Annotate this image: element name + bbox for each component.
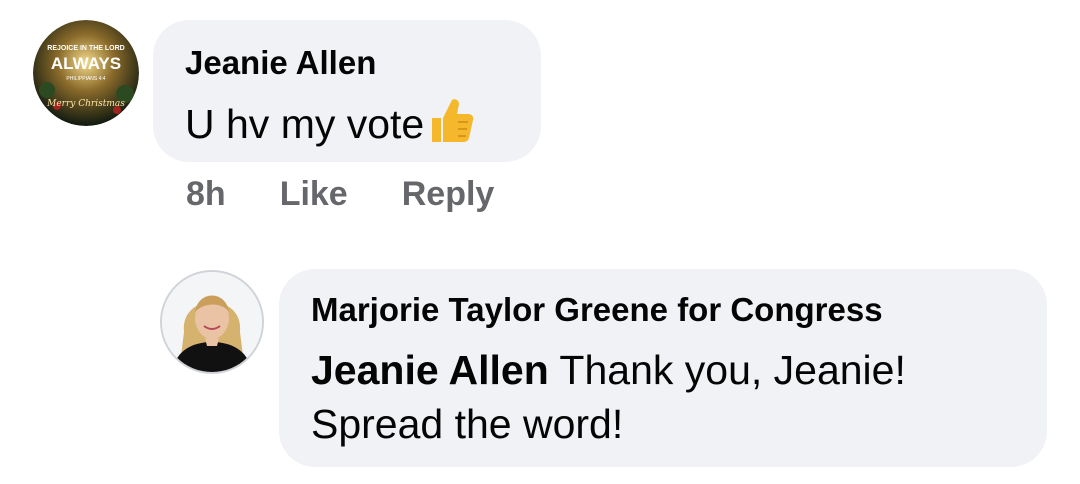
svg-text:Merry Christmas: Merry Christmas	[46, 99, 125, 109]
comment-timestamp[interactable]: 8h	[186, 175, 226, 214]
thumbs-up-icon	[428, 96, 474, 154]
reply-text: Jeanie Allen Thank you, Jeanie! Spread t…	[311, 343, 906, 451]
mention-link[interactable]: Jeanie Allen	[311, 347, 549, 393]
reply-bubble: Marjorie Taylor Greene for Congress Jean…	[279, 269, 1047, 467]
commenter-avatar-image: REJOICE IN THE LORD ALWAYS PHILIPPIANS 4…	[33, 20, 139, 126]
comment-actions: 8h Like Reply	[186, 172, 548, 216]
commenter-avatar[interactable]: REJOICE IN THE LORD ALWAYS PHILIPPIANS 4…	[33, 20, 139, 126]
reply-button[interactable]: Reply	[402, 175, 495, 214]
comment-bubble: Jeanie Allen U hv my vote	[153, 20, 541, 162]
replier-avatar[interactable]	[160, 270, 264, 374]
comment-author[interactable]: Jeanie Allen	[185, 44, 376, 82]
like-button[interactable]: Like	[280, 175, 348, 214]
reply-text-line1: Jeanie Allen Thank you, Jeanie!	[311, 343, 906, 397]
reply-text-line2: Spread the word!	[311, 401, 624, 447]
svg-text:REJOICE IN THE LORD: REJOICE IN THE LORD	[47, 45, 124, 52]
replier-avatar-image	[162, 272, 262, 372]
svg-text:PHILIPPIANS 4:4: PHILIPPIANS 4:4	[66, 76, 105, 82]
svg-text:ALWAYS: ALWAYS	[51, 54, 121, 73]
comment-text: U hv my vote	[185, 101, 425, 147]
comment-text-row: U hv my vote	[185, 96, 474, 154]
reply-author[interactable]: Marjorie Taylor Greene for Congress	[311, 291, 883, 329]
reply-text-part1: Thank you, Jeanie!	[559, 347, 906, 393]
